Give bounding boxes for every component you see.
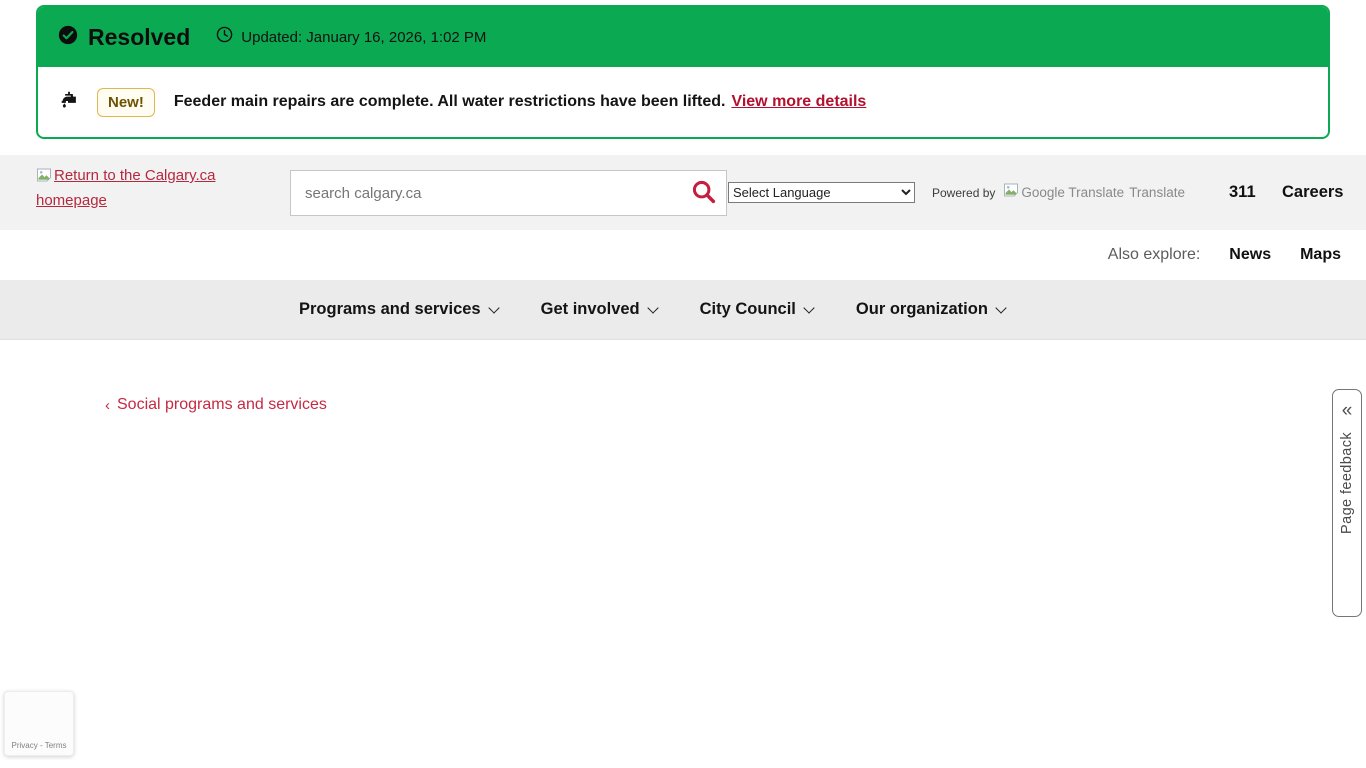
chevron-down-icon [995, 302, 1006, 313]
recaptcha-separator: - [38, 741, 45, 750]
search-input[interactable] [291, 185, 682, 202]
nav-city-council[interactable]: City Council [700, 300, 813, 319]
nav-label: Our organization [856, 300, 988, 319]
logo-alt-text: Return to the Calgary.ca homepage [36, 167, 215, 209]
nav-get-involved[interactable]: Get involved [541, 300, 657, 319]
nav-programs-and-services[interactable]: Programs and services [299, 300, 498, 319]
chevron-down-icon [488, 302, 499, 313]
search-box [290, 170, 727, 216]
google-translate-widget: Powered by Google Translate Translate [932, 155, 1185, 230]
language-select[interactable]: Select Language [728, 182, 915, 203]
also-explore-label: Also explore: [1108, 246, 1201, 264]
alert-message: Feeder main repairs are complete. All wa… [174, 93, 726, 111]
alert-header: Resolved Updated: January 16, 2026, 1:02… [38, 7, 1328, 67]
new-badge: New! [97, 88, 155, 117]
faucet-icon [58, 89, 80, 116]
google-translate-alt-text[interactable]: Google Translate [1021, 185, 1124, 200]
broken-image-icon [995, 182, 1019, 203]
nav-label: City Council [700, 300, 796, 319]
page-feedback-tab[interactable]: « Page feedback [1332, 389, 1362, 617]
powered-by-text: Powered by [932, 186, 995, 200]
page-feedback-label: Page feedback [1339, 432, 1355, 534]
view-more-details-link[interactable]: View more details [731, 93, 866, 111]
privacy-link[interactable]: Privacy [12, 741, 38, 750]
link-maps[interactable]: Maps [1300, 246, 1341, 264]
status-alert: Resolved Updated: January 16, 2026, 1:02… [36, 5, 1330, 139]
search-icon [690, 178, 718, 209]
main-nav: Programs and services Get involved City … [0, 280, 1366, 340]
link-311[interactable]: 311 [1229, 155, 1256, 230]
link-careers[interactable]: Careers [1282, 155, 1343, 230]
nav-label: Get involved [541, 300, 640, 319]
alert-status-text: Resolved [88, 24, 190, 51]
recaptcha-badge: Privacy - Terms [4, 691, 74, 756]
nav-label: Programs and services [299, 300, 481, 319]
terms-link[interactable]: Terms [45, 741, 67, 750]
link-news[interactable]: News [1229, 246, 1271, 264]
breadcrumb-label: Social programs and services [117, 396, 327, 414]
translate-label[interactable]: Translate [1129, 185, 1185, 200]
nav-our-organization[interactable]: Our organization [856, 300, 1005, 319]
clock-icon [216, 26, 233, 48]
search-button[interactable] [682, 171, 726, 215]
also-explore-row: Also explore: News Maps [0, 230, 1366, 280]
chevron-left-icon: ‹ [105, 397, 110, 414]
breadcrumb-back-link[interactable]: ‹ Social programs and services [105, 396, 327, 414]
alert-updated-text: Updated: January 16, 2026, 1:02 PM [241, 29, 486, 46]
double-chevron-left-icon: « [1342, 401, 1353, 420]
check-circle-icon [58, 25, 78, 50]
broken-image-icon [36, 167, 54, 184]
chevron-down-icon [647, 302, 658, 313]
site-header: Return to the Calgary.ca homepage Select… [0, 155, 1366, 230]
chevron-down-icon [803, 302, 814, 313]
alert-body: New! Feeder main repairs are complete. A… [38, 67, 1328, 137]
homepage-logo-link[interactable]: Return to the Calgary.ca homepage [36, 164, 241, 214]
